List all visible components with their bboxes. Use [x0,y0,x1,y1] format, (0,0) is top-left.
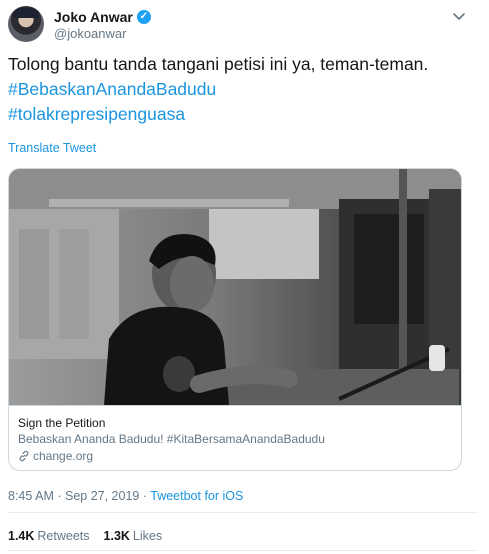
hashtag-link[interactable]: #BebaskanAnandaBadudu [8,77,478,102]
likes-stat[interactable]: 1.3K Likes [104,529,163,543]
retweets-count: 1.4K [8,529,35,543]
tweet-body: Tolong bantu tanda tangani petisi ini ya… [8,54,429,74]
display-name[interactable]: Joko Anwar [54,9,133,25]
tweet-text: Tolong bantu tanda tangani petisi ini ya… [8,52,478,127]
chevron-down-icon[interactable] [451,8,467,24]
divider [8,550,478,551]
tweet: Joko Anwar ✓ @jokoanwar Tolong bantu tan… [0,0,489,554]
tweet-source-link[interactable]: Tweetbot for iOS [150,489,243,503]
user-handle[interactable]: @jokoanwar [54,26,126,41]
verified-check-icon: ✓ [136,10,151,24]
card-body[interactable]: Sign the Petition Bebaskan Ananda Badudu… [9,405,461,470]
hashtag-link[interactable]: #tolakrepresipenguasa [8,102,478,127]
card-title[interactable]: Sign the Petition [18,415,452,431]
tweet-meta: 8:45 AM · Sep 27, 2019 · Tweetbot for iO… [8,489,243,503]
translate-tweet-link[interactable]: Translate Tweet [8,141,96,155]
card-domain[interactable]: change.org [18,448,452,464]
avatar[interactable] [8,6,44,42]
card-domain-text[interactable]: change.org [33,448,93,464]
divider [8,512,478,513]
retweets-stat[interactable]: 1.4K Retweets [8,529,90,543]
likes-count: 1.3K [103,529,130,543]
likes-label: Likes [132,529,163,543]
card-image[interactable] [9,169,461,405]
link-icon [18,450,30,462]
retweets-label: Retweets [37,529,90,543]
tweet-time[interactable]: 8:45 AM [8,489,54,503]
tweet-stats: 1.4K Retweets 1.3K Likes [8,529,162,543]
link-card[interactable]: Sign the Petition Bebaskan Ananda Badudu… [8,168,462,471]
meta-separator: · [139,489,151,503]
meta-separator: · [53,489,65,503]
author-name-row[interactable]: Joko Anwar ✓ [54,9,151,25]
card-description[interactable]: Bebaskan Ananda Badudu! #KitaBersamaAnan… [18,431,452,448]
tweet-date[interactable]: Sep 27, 2019 [65,489,139,503]
